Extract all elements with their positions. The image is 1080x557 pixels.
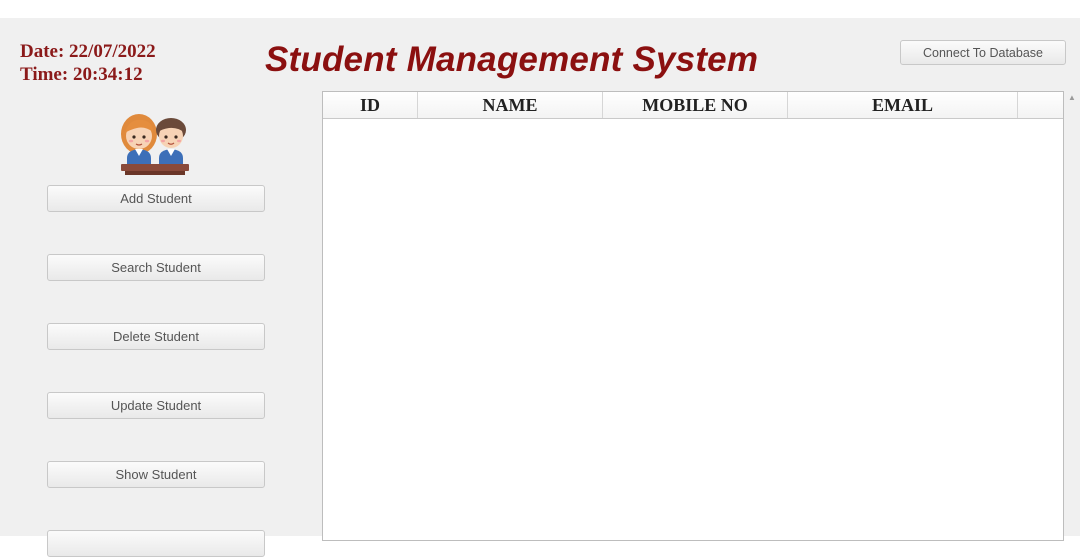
vertical-scrollbar[interactable]: ▲ (1064, 91, 1080, 536)
students-avatar-icon (115, 106, 195, 186)
time-label: Time: 20:34:12 (20, 64, 143, 85)
add-student-button[interactable]: Add Student (47, 185, 265, 212)
scroll-up-arrow-icon[interactable]: ▲ (1067, 93, 1077, 103)
column-header-filler (1018, 92, 1063, 118)
sidebar-extra-button[interactable] (47, 530, 265, 557)
show-student-button[interactable]: Show Student (47, 461, 265, 488)
search-student-button[interactable]: Search Student (47, 254, 265, 281)
app-title: Student Management System (265, 40, 759, 79)
delete-student-button[interactable]: Delete Student (47, 323, 265, 350)
column-header-name[interactable]: NAME (418, 92, 603, 118)
table-header: ID NAME MOBILE NO EMAIL (323, 92, 1063, 119)
app-window: Date: 22/07/2022 Time: 20:34:12 Student … (0, 18, 1080, 557)
date-label: Date: 22/07/2022 (20, 41, 156, 62)
column-header-mobile[interactable]: MOBILE NO (603, 92, 788, 118)
column-header-email[interactable]: EMAIL (788, 92, 1018, 118)
column-header-id[interactable]: ID (323, 92, 418, 118)
datetime-panel: Date: 22/07/2022 Time: 20:34:12 (20, 40, 156, 86)
student-table[interactable]: ID NAME MOBILE NO EMAIL (322, 91, 1064, 541)
update-student-button[interactable]: Update Student (47, 392, 265, 419)
table-body[interactable] (323, 119, 1063, 540)
connect-database-button[interactable]: Connect To Database (900, 40, 1066, 65)
